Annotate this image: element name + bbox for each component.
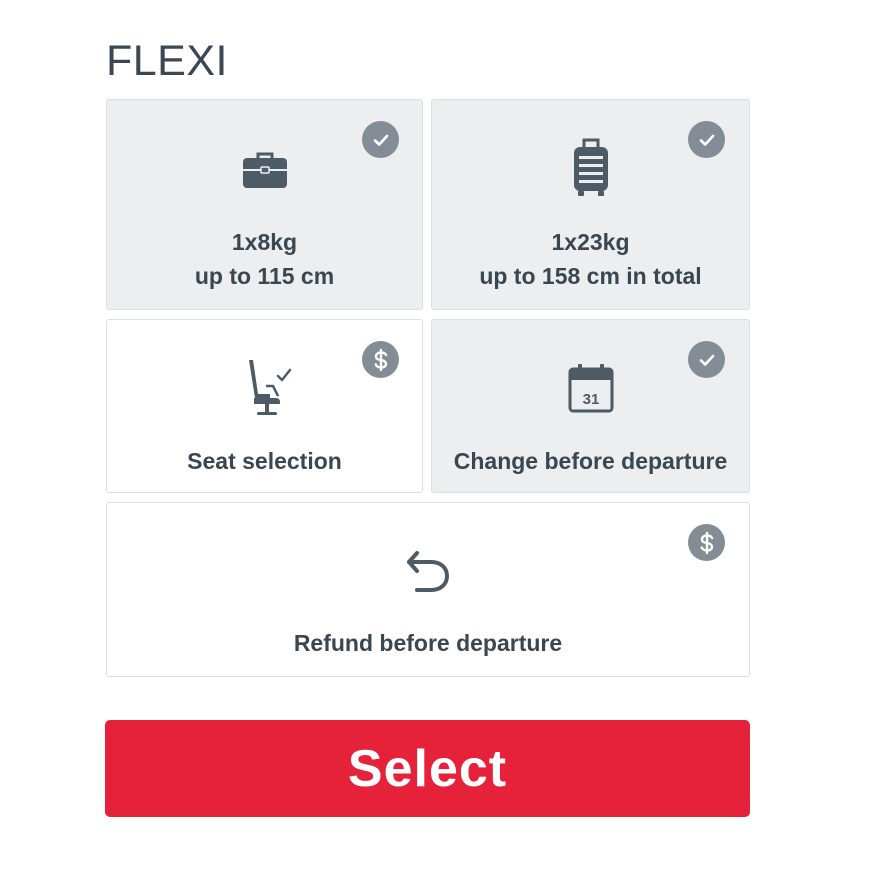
feature-tile-checked-bag: 1x23kg up to 158 cm in total — [431, 99, 750, 310]
dollar-icon — [362, 341, 399, 378]
feature-tile-seat-selection: Seat selection — [106, 319, 423, 493]
check-icon — [688, 341, 725, 378]
select-button[interactable]: Select — [105, 720, 750, 817]
calendar-icon: 31 — [568, 364, 614, 413]
feature-tile-change: 31 Change before departure — [431, 319, 750, 493]
suitcase-icon — [574, 138, 608, 196]
cabin-bag-size: up to 115 cm — [194, 263, 335, 289]
check-icon — [362, 121, 399, 158]
checked-bag-weight: 1x23kg — [551, 229, 630, 255]
calendar-day: 31 — [583, 391, 600, 408]
feature-tile-refund: Refund before departure — [106, 502, 750, 677]
fare-title: FLEXI — [106, 37, 228, 85]
seat-icon — [249, 360, 292, 415]
refund-label: Refund before departure — [293, 630, 563, 656]
change-label: Change before departure — [453, 448, 728, 474]
feature-tile-cabin-bag: 1x8kg up to 115 cm — [106, 99, 423, 310]
undo-arrow-icon — [407, 551, 450, 592]
checked-bag-size: up to 158 cm in total — [479, 263, 702, 289]
briefcase-icon — [243, 152, 287, 188]
dollar-icon — [688, 524, 725, 561]
cabin-bag-weight: 1x8kg — [231, 229, 298, 255]
check-icon — [688, 121, 725, 158]
seat-selection-label: Seat selection — [187, 448, 342, 474]
